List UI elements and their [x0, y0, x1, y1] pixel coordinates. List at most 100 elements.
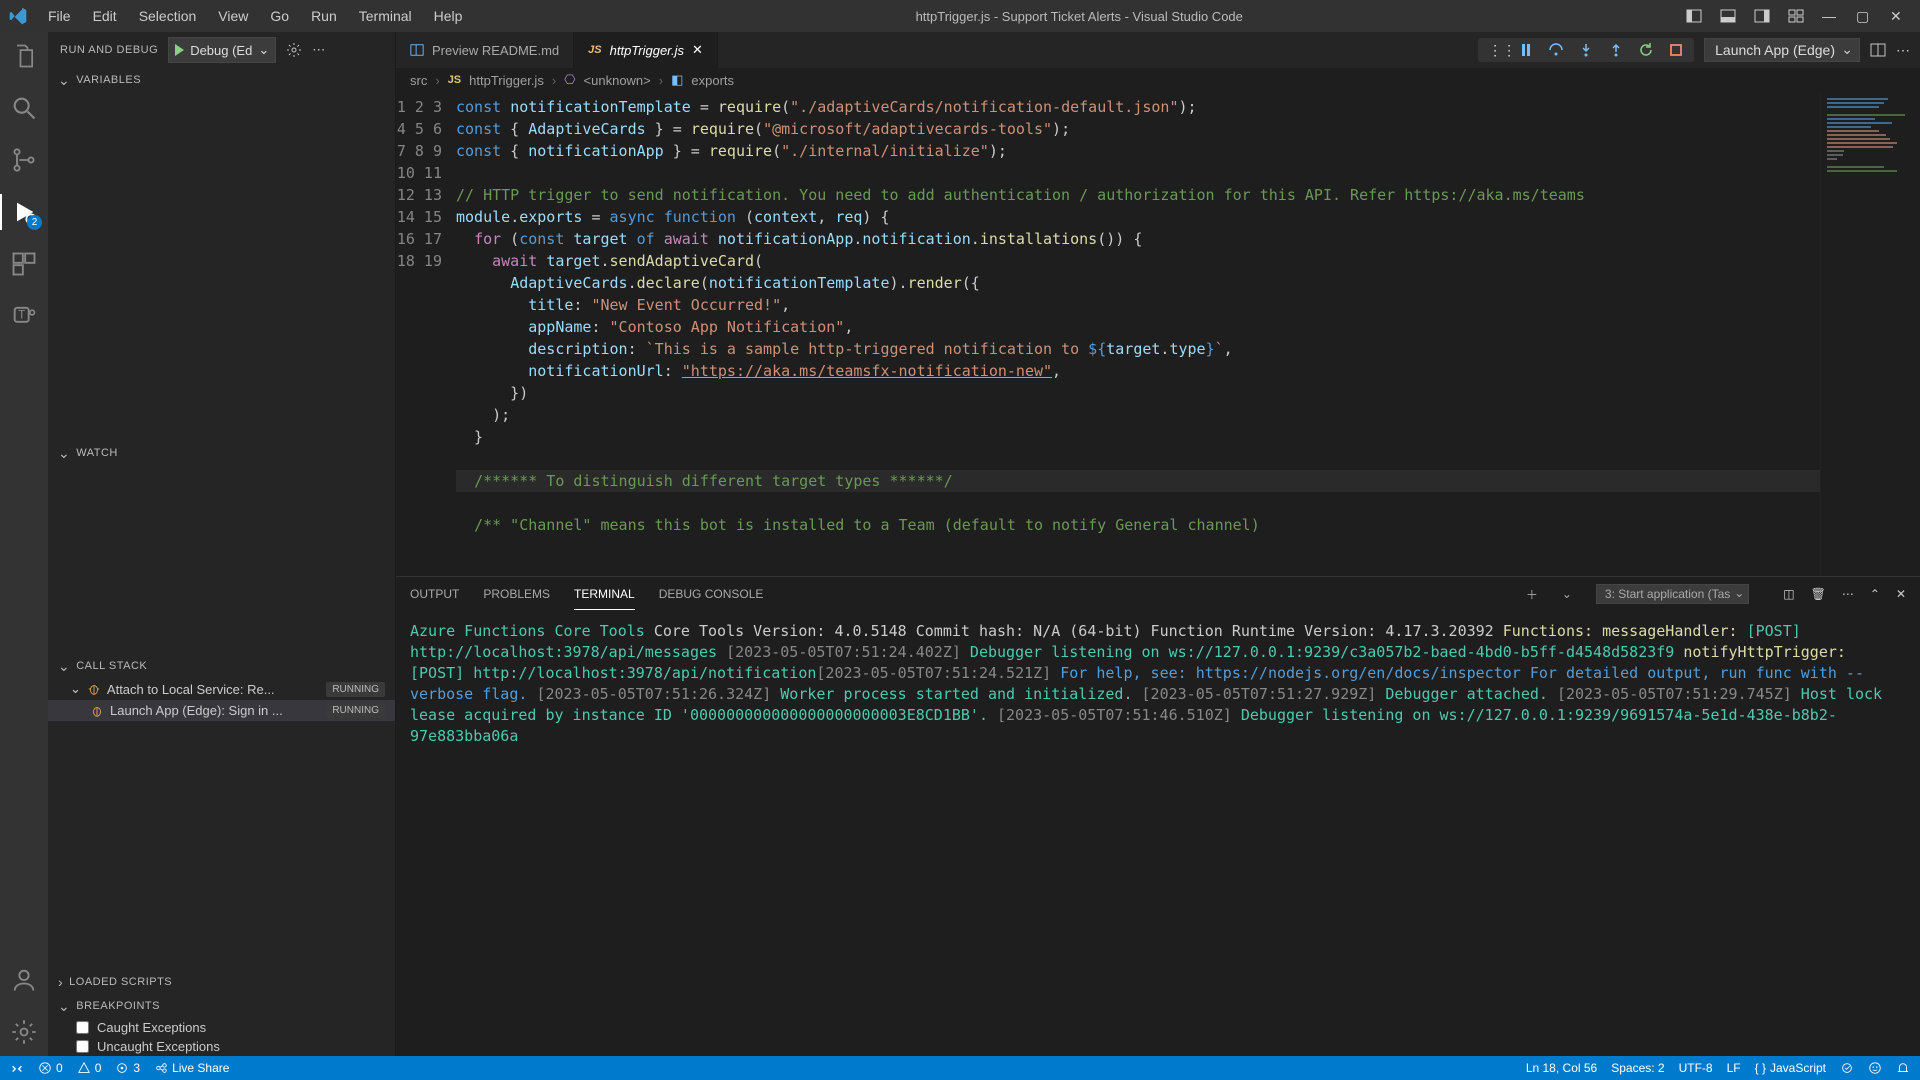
- close-tab-icon[interactable]: ✕: [692, 42, 703, 58]
- chevron-down-icon[interactable]: ⌄: [1562, 587, 1572, 601]
- tab-httptrigger[interactable]: JS httpTrigger.js ✕: [574, 32, 718, 68]
- layout-bottom-icon[interactable]: [1720, 8, 1736, 24]
- run-debug-icon[interactable]: 2: [10, 198, 38, 226]
- step-over-icon[interactable]: [1548, 42, 1564, 58]
- callstack-label: Launch App (Edge): Sign in ...: [110, 703, 283, 718]
- more-icon[interactable]: ⋯: [1842, 587, 1854, 601]
- indent-info[interactable]: Spaces: 2: [1611, 1061, 1664, 1075]
- layout-left-icon[interactable]: [1686, 8, 1702, 24]
- chevron-down-icon: ⌄: [58, 661, 70, 671]
- callstack-label: Attach to Local Service: Re...: [107, 682, 275, 697]
- restart-icon[interactable]: [1638, 42, 1654, 58]
- breakpoint-item[interactable]: Uncaught Exceptions: [48, 1037, 395, 1056]
- more-icon[interactable]: ⋯: [1896, 42, 1910, 59]
- step-out-icon[interactable]: [1608, 42, 1624, 58]
- account-icon[interactable]: [10, 966, 38, 994]
- minimize-icon[interactable]: —: [1822, 8, 1838, 24]
- checkbox[interactable]: [76, 1040, 89, 1053]
- drag-handle-icon[interactable]: ⋮⋮: [1488, 42, 1504, 58]
- menu-run[interactable]: Run: [301, 4, 347, 28]
- code-editor[interactable]: 1 2 3 4 5 6 7 8 9 10 11 12 13 14 15 16 1…: [396, 92, 1920, 576]
- split-terminal-icon[interactable]: ◫: [1783, 587, 1794, 601]
- chevron-down-icon: ⌄: [70, 681, 81, 697]
- pause-icon[interactable]: [1518, 42, 1534, 58]
- more-icon[interactable]: ⋯: [312, 42, 325, 58]
- prettier-icon[interactable]: [1840, 1061, 1854, 1075]
- search-icon[interactable]: [10, 94, 38, 122]
- debug-controls: ⋮⋮: [1478, 38, 1694, 62]
- debug-config-select[interactable]: Debug (Ed ⌄: [168, 37, 276, 63]
- bug-icon: [90, 704, 104, 718]
- feedback-icon[interactable]: [1868, 1061, 1882, 1075]
- extensions-icon[interactable]: [10, 250, 38, 278]
- menu-go[interactable]: Go: [260, 4, 299, 28]
- chevron-down-icon: ⌄: [58, 1001, 70, 1011]
- bug-icon: [87, 682, 101, 696]
- callstack-item[interactable]: ⌄ Attach to Local Service: Re... RUNNING: [48, 678, 395, 700]
- menu-help[interactable]: Help: [424, 4, 473, 28]
- variables-section[interactable]: ⌄VARIABLES: [48, 68, 395, 92]
- maximize-icon[interactable]: ▢: [1856, 8, 1872, 24]
- encoding[interactable]: UTF-8: [1679, 1061, 1713, 1075]
- panel-tab-terminal[interactable]: TERMINAL: [574, 579, 635, 610]
- chevron-down-icon: ⌄: [58, 448, 70, 458]
- svg-text:T: T: [18, 308, 25, 321]
- settings-icon[interactable]: [10, 1018, 38, 1046]
- split-editor-icon[interactable]: [1870, 42, 1886, 58]
- maximize-panel-icon[interactable]: ⌃: [1870, 587, 1880, 601]
- eol[interactable]: LF: [1727, 1061, 1741, 1075]
- teams-icon[interactable]: T: [10, 302, 38, 330]
- cursor-position[interactable]: Ln 18, Col 56: [1526, 1061, 1597, 1075]
- explorer-icon[interactable]: [10, 42, 38, 70]
- terminal-output[interactable]: Azure Functions Core Tools Core Tools Ve…: [396, 611, 1920, 1056]
- chevron-down-icon: ⌄: [258, 42, 269, 58]
- play-icon[interactable]: [175, 44, 184, 56]
- close-panel-icon[interactable]: ✕: [1896, 587, 1906, 601]
- menu-file[interactable]: File: [38, 4, 81, 28]
- errors-count[interactable]: 0: [38, 1061, 63, 1075]
- chevron-down-icon: ⌄: [58, 75, 70, 85]
- chevron-right-icon: ›: [58, 977, 63, 987]
- step-into-icon[interactable]: [1578, 42, 1594, 58]
- callstack-section[interactable]: ⌄CALL STACK: [48, 654, 395, 678]
- trash-icon[interactable]: 🗑: [1811, 587, 1826, 601]
- vscode-logo: [8, 6, 28, 26]
- notifications-icon[interactable]: [1896, 1061, 1910, 1075]
- preview-icon: [410, 43, 424, 57]
- new-terminal-icon[interactable]: ＋: [1526, 586, 1538, 603]
- layout-right-icon[interactable]: [1754, 8, 1770, 24]
- minimap[interactable]: [1820, 92, 1920, 576]
- debug-config-label: Debug (Ed: [190, 43, 252, 58]
- checkbox[interactable]: [76, 1021, 89, 1034]
- close-icon[interactable]: ✕: [1890, 8, 1906, 24]
- panel-tab-problems[interactable]: PROBLEMS: [483, 579, 550, 609]
- terminal-task-select[interactable]: 3: Start application (Tas: [1596, 584, 1749, 604]
- running-badge: RUNNING: [326, 703, 385, 718]
- loaded-scripts-section[interactable]: ›LOADED SCRIPTS: [48, 970, 395, 994]
- breakpoint-item[interactable]: Caught Exceptions: [48, 1018, 395, 1037]
- panel-tab-output[interactable]: OUTPUT: [410, 579, 459, 609]
- menu-selection[interactable]: Selection: [129, 4, 207, 28]
- breakpoints-section[interactable]: ⌄BREAKPOINTS: [48, 994, 395, 1018]
- menu-view[interactable]: View: [208, 4, 258, 28]
- callstack-item[interactable]: Launch App (Edge): Sign in ... RUNNING: [48, 700, 395, 721]
- language-mode[interactable]: { } JavaScript: [1755, 1061, 1826, 1075]
- stop-icon[interactable]: [1668, 42, 1684, 58]
- menu-terminal[interactable]: Terminal: [349, 4, 422, 28]
- layout-grid-icon[interactable]: [1788, 8, 1804, 24]
- js-file-icon: JS: [588, 44, 601, 56]
- source-control-icon[interactable]: [10, 146, 38, 174]
- watch-section[interactable]: ⌄WATCH: [48, 441, 395, 465]
- run-and-debug-title: RUN AND DEBUG: [60, 44, 158, 56]
- remote-indicator[interactable]: [10, 1061, 24, 1075]
- warnings-count[interactable]: 0: [77, 1061, 102, 1075]
- panel-tab-debugconsole[interactable]: DEBUG CONSOLE: [659, 579, 764, 609]
- breadcrumb[interactable]: src› JS httpTrigger.js› ⎔<unknown>› ◧exp…: [396, 68, 1920, 92]
- tab-preview-readme[interactable]: Preview README.md: [396, 32, 574, 68]
- js-file-icon: JS: [448, 74, 461, 86]
- gear-icon[interactable]: [286, 42, 302, 58]
- ports-count[interactable]: 3: [115, 1061, 140, 1075]
- debug-target-select[interactable]: Launch App (Edge): [1704, 38, 1860, 62]
- live-share[interactable]: Live Share: [154, 1061, 229, 1075]
- menu-edit[interactable]: Edit: [83, 4, 127, 28]
